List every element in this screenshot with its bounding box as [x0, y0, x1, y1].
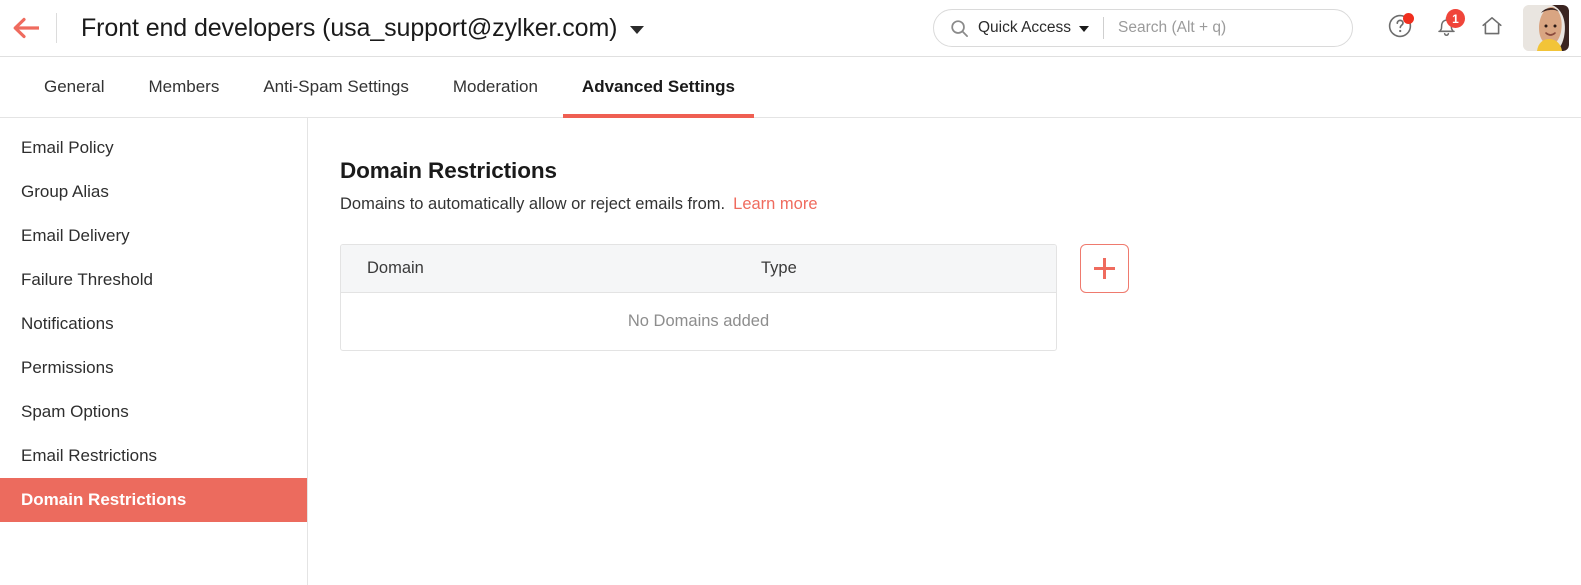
learn-more-link[interactable]: Learn more: [733, 195, 817, 213]
add-domain-button[interactable]: [1080, 244, 1129, 293]
domains-section: Domain Type No Domains added: [340, 244, 1581, 351]
header-actions: Quick Access Search (Alt + q) 1: [933, 5, 1581, 51]
domains-table: Domain Type No Domains added: [340, 244, 1057, 351]
help-button[interactable]: [1377, 5, 1423, 51]
tab-members[interactable]: Members: [126, 57, 241, 117]
page-title: Domain Restrictions: [340, 158, 557, 183]
sidebar-item-email-policy[interactable]: Email Policy: [0, 126, 307, 170]
sidebar-item-domain-restrictions[interactable]: Domain Restrictions: [0, 478, 307, 522]
page-description-text: Domains to automatically allow or reject…: [340, 195, 726, 213]
notification-badge: 1: [1446, 9, 1465, 28]
empty-state-message: No Domains added: [627, 312, 770, 330]
plus-icon: [1094, 258, 1115, 279]
notifications-button[interactable]: 1: [1423, 5, 1469, 51]
back-button[interactable]: [0, 17, 56, 39]
body-wrapper: Email Policy Group Alias Email Delivery …: [0, 118, 1581, 585]
quick-access-dropdown[interactable]: Quick Access: [978, 19, 1090, 37]
quick-access-label: Quick Access: [978, 19, 1072, 36]
table-header-row: Domain Type: [341, 245, 1056, 293]
sidebar-item-group-alias[interactable]: Group Alias: [0, 170, 307, 214]
column-header-type: Type: [761, 259, 797, 277]
top-header: Front end developers (usa_support@zylker…: [0, 0, 1581, 57]
sidebar-item-email-restrictions[interactable]: Email Restrictions: [0, 434, 307, 478]
search-divider: [1103, 17, 1105, 39]
tab-moderation[interactable]: Moderation: [431, 57, 560, 117]
page-description: Domains to automatically allow or reject…: [340, 195, 1581, 214]
column-header-domain: Domain: [367, 259, 424, 277]
group-title-dropdown[interactable]: Front end developers (usa_support@zylker…: [57, 13, 645, 43]
tab-bar: General Members Anti-Spam Settings Moder…: [0, 57, 1581, 118]
search-input[interactable]: [1118, 19, 1352, 37]
home-button[interactable]: [1469, 5, 1515, 51]
main-content: Domain Restrictions Domains to automatic…: [308, 118, 1581, 585]
tab-advanced-settings[interactable]: Advanced Settings: [560, 57, 757, 118]
home-icon: [1479, 13, 1505, 44]
chevron-down-icon: [630, 26, 645, 34]
tab-anti-spam-settings[interactable]: Anti-Spam Settings: [241, 57, 431, 117]
sidebar-item-permissions[interactable]: Permissions: [0, 346, 307, 390]
sidebar-item-email-delivery[interactable]: Email Delivery: [0, 214, 307, 258]
settings-sidebar: Email Policy Group Alias Email Delivery …: [0, 118, 308, 585]
search-icon: [950, 19, 969, 38]
search-bar[interactable]: Quick Access: [933, 9, 1353, 47]
sidebar-item-spam-options[interactable]: Spam Options: [0, 390, 307, 434]
table-empty-state: No Domains added: [341, 293, 1056, 350]
help-notification-dot: [1403, 13, 1414, 24]
sidebar-item-failure-threshold[interactable]: Failure Threshold: [0, 258, 307, 302]
sidebar-item-notifications[interactable]: Notifications: [0, 302, 307, 346]
avatar[interactable]: [1523, 5, 1569, 51]
chevron-down-icon: [1079, 26, 1090, 32]
tab-general[interactable]: General: [22, 57, 126, 117]
back-arrow-icon: [13, 17, 43, 39]
group-title: Front end developers (usa_support@zylker…: [81, 13, 618, 42]
